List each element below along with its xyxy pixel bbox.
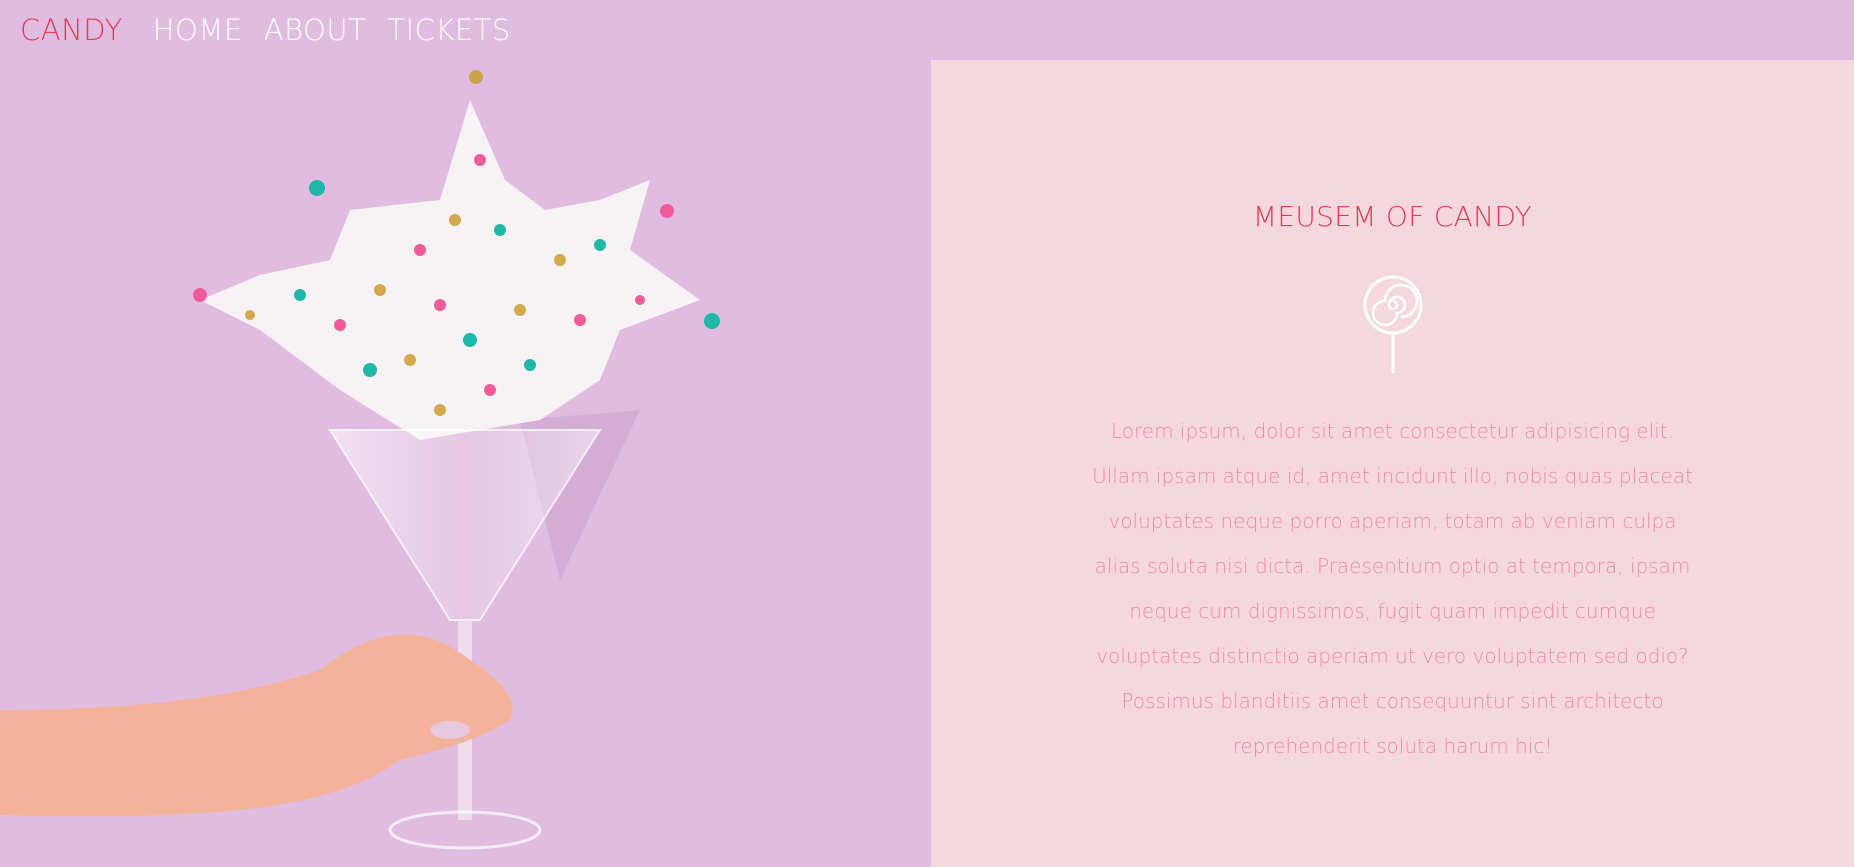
page-title: MEUSEM OF CANDY <box>1252 200 1533 233</box>
hero-image <box>0 60 931 867</box>
lollipop-icon <box>1363 273 1423 379</box>
info-panel: MEUSEM OF CANDY Lorem ipsum, dolor sit a… <box>931 60 1854 867</box>
fingernail <box>430 721 470 739</box>
nav-link-about[interactable]: ABOUT <box>264 13 367 47</box>
top-nav: CANDY HOME ABOUT TICKETS <box>0 0 1854 60</box>
nav-link-tickets[interactable]: TICKETS <box>387 13 510 47</box>
nav-link-home[interactable]: HOME <box>153 13 243 47</box>
intro-paragraph: Lorem ipsum, dolor sit amet consectetur … <box>1092 419 1693 758</box>
brand-logo-link[interactable]: CANDY <box>20 13 123 47</box>
candy-burst <box>200 100 700 440</box>
candy-martini-illustration <box>0 70 720 850</box>
